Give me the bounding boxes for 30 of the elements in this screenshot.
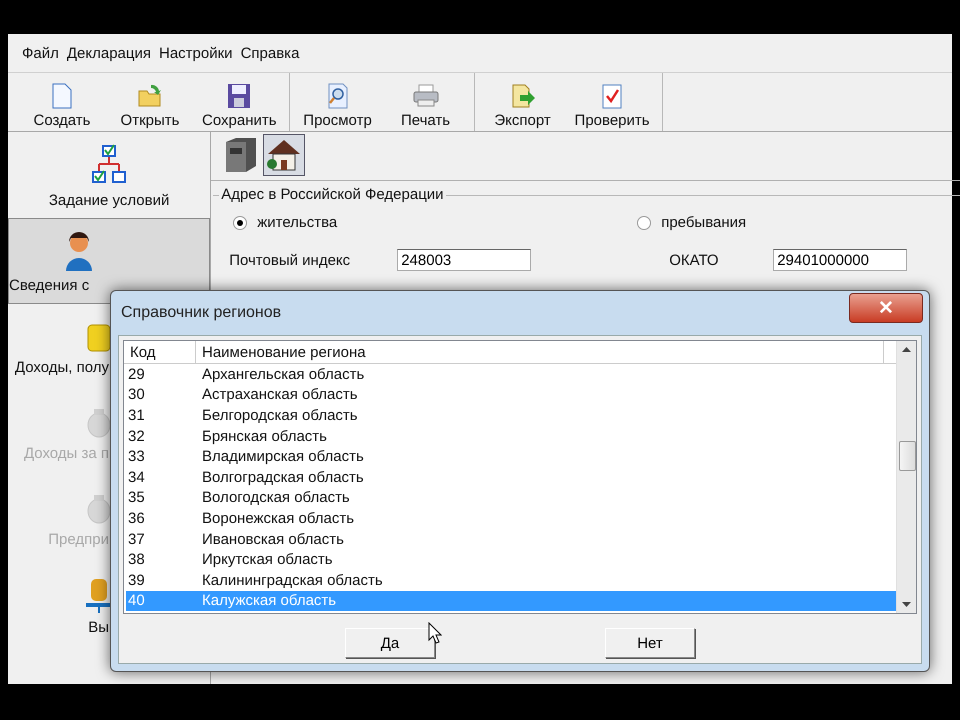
region-name: Калужская область <box>202 592 336 610</box>
region-code: 33 <box>127 448 146 466</box>
region-name: Ивановская область <box>202 530 344 548</box>
region-code: 34 <box>127 468 146 486</box>
region-name: Брянская область <box>202 428 327 445</box>
field-label: Почтовый индекс <box>229 252 352 268</box>
region-code: 30 <box>127 386 146 404</box>
region-name: Волгоградская область <box>202 468 364 486</box>
region-name: Архангельская область <box>202 366 364 383</box>
region-code: 40 <box>127 592 146 610</box>
dialog-title: Справочник регионов <box>121 304 282 322</box>
field-label: ОКАТО <box>669 252 720 268</box>
region-code: 39 <box>127 572 146 589</box>
region-code: 38 <box>127 551 146 568</box>
region-name: Белгородская область <box>202 406 358 424</box>
region-code: 37 <box>127 530 146 548</box>
region-code: 29 <box>127 366 146 383</box>
region-name: Воронежская область <box>202 510 354 527</box>
radio-label: жительства <box>257 214 338 231</box>
region-code: 31 <box>127 406 146 424</box>
region-code: 32 <box>127 428 146 445</box>
radio-label: пребывания <box>661 214 746 231</box>
region-name: Астраханская область <box>202 386 358 404</box>
region-name: Калининградская область <box>202 572 383 589</box>
group-title: Адрес в Российской Федерации <box>219 186 446 203</box>
region-code: 36 <box>127 510 146 527</box>
region-code: 35 <box>127 489 146 506</box>
region-name: Владимирская область <box>202 448 364 466</box>
region-name: Вологодская область <box>202 489 350 506</box>
region-name: Иркутская область <box>202 551 333 568</box>
